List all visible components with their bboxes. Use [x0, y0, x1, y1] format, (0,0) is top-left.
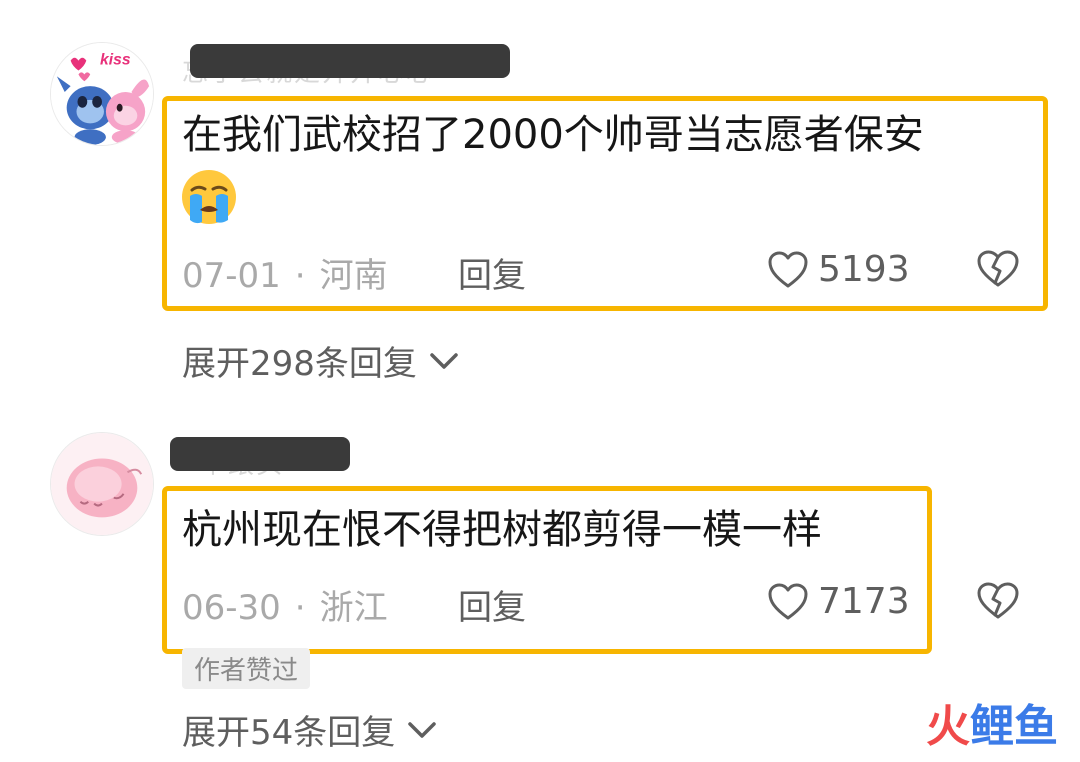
- chevron-down-icon: [408, 721, 437, 738]
- comment-location: 河南: [319, 256, 388, 296]
- comment-section: kiss 忘了去就是开开心心 在我们武校招了2000个帅哥当志愿者保安: [0, 0, 1080, 762]
- reply-button[interactable]: 回复: [458, 580, 526, 629]
- heart-icon: [768, 583, 808, 619]
- loudly-crying-face-icon: [182, 170, 236, 224]
- comment-date: 06-30: [182, 588, 281, 628]
- meta-separator: ·: [294, 256, 306, 296]
- avatar[interactable]: kiss: [50, 42, 154, 146]
- comment-text: 在我们武校招了2000个帅哥当志愿者保安: [182, 112, 924, 158]
- username-redaction: [170, 437, 350, 471]
- like-count: 7173: [818, 581, 910, 622]
- broken-heart-icon[interactable]: [976, 249, 1020, 289]
- broken-heart-icon[interactable]: [976, 581, 1020, 621]
- comment-text: 杭州现在恨不得把树都剪得一模一样: [182, 507, 822, 553]
- comment-meta: 06-30 · 浙江: [182, 580, 388, 629]
- expand-replies-label: 展开54条回复: [182, 713, 396, 753]
- watermark-rest: 鲤鱼: [970, 701, 1058, 752]
- watermark-fire: 火: [926, 701, 970, 752]
- expand-replies-label: 展开298条回复: [182, 344, 417, 384]
- expand-replies-button[interactable]: 展开298条回复: [182, 336, 459, 385]
- comment-meta: 07-01 · 河南: [182, 248, 388, 297]
- author-liked-badge: 作者赞过: [182, 648, 311, 689]
- chevron-down-icon: [430, 352, 458, 369]
- pink-blob-avatar-image: [51, 433, 153, 535]
- svg-text:kiss: kiss: [100, 52, 131, 69]
- like-button[interactable]: 5193: [768, 249, 910, 290]
- comment-date: 07-01: [182, 256, 281, 296]
- heart-icon: [768, 251, 808, 287]
- comment-location: 浙江: [319, 588, 388, 628]
- watermark-logo: 火 鲤鱼: [926, 690, 1058, 754]
- expand-replies-button[interactable]: 展开54条回复: [182, 705, 437, 754]
- like-button[interactable]: 7173: [768, 581, 910, 622]
- username-redaction: [190, 44, 510, 78]
- meta-separator: ·: [294, 588, 306, 628]
- reply-button[interactable]: 回复: [458, 248, 526, 297]
- stitch-avatar-image: kiss: [51, 43, 153, 145]
- avatar[interactable]: [50, 432, 154, 536]
- like-count: 5193: [818, 249, 910, 290]
